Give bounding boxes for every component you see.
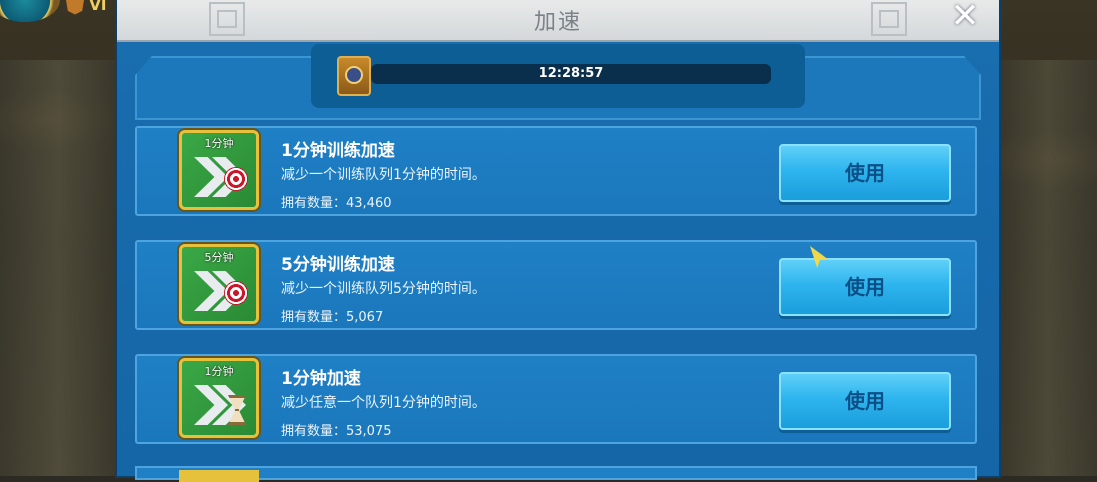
item-count: 拥有数量：43,460 — [281, 196, 392, 211]
castle-wall-right — [999, 60, 1097, 476]
vip-shield-icon — [66, 0, 84, 15]
training-speedup-icon: 1分钟 — [179, 130, 259, 210]
item-title: 1分钟加速 — [281, 369, 361, 389]
speedup-item-row: 1分钟 1分钟训练加速 减少一个训练队列1分钟的时间。 拥有数量：43,460 … — [135, 126, 977, 216]
item-icon-label: 1分钟 — [204, 137, 234, 150]
use-button[interactable]: 使用 — [779, 372, 951, 430]
item-icon-label: 1分钟 — [204, 365, 234, 378]
item-count: 拥有数量：5,067 — [281, 310, 384, 325]
target-icon — [224, 281, 248, 305]
speedup-dialog: 加速 ✕ 12:28:57 1分钟 1分钟训练加速 减少一个训练队列1分钟的时间… — [117, 0, 999, 482]
castle-wall-left — [0, 60, 118, 476]
use-button[interactable]: 使用 — [779, 258, 951, 316]
target-icon — [224, 167, 248, 191]
timer-remaining: 12:28:57 — [538, 66, 604, 81]
vip-label: VI — [89, 0, 107, 14]
dialog-title-bar: 加速 ✕ — [117, 0, 999, 42]
speedup-item-row: 5分钟 5分钟训练加速 减少一个训练队列5分钟的时间。 拥有数量：5,067 使… — [135, 240, 977, 330]
item-icon-label: 5分钟 — [204, 251, 234, 264]
item-description: 减少任意一个队列1分钟的时间。 — [281, 395, 486, 411]
building-icon — [337, 56, 371, 96]
item-title: 5分钟训练加速 — [281, 255, 395, 275]
close-icon[interactable]: ✕ — [947, 0, 983, 34]
universal-speedup-icon: 1分钟 — [179, 358, 259, 438]
vip-badge[interactable]: VI — [66, 0, 110, 16]
speedup-item-row: 1分钟 1分钟加速 减少任意一个队列1分钟的时间。 拥有数量：53,075 使用 — [135, 354, 977, 444]
item-count: 拥有数量：53,075 — [281, 424, 392, 439]
dialog-title: 加速 — [533, 10, 582, 35]
item-title: 1分钟训练加速 — [281, 141, 395, 161]
use-button[interactable]: 使用 — [779, 144, 951, 202]
item-description: 减少一个训练队列5分钟的时间。 — [281, 281, 486, 297]
training-speedup-icon: 5分钟 — [179, 244, 259, 324]
item-description: 减少一个训练队列1分钟的时间。 — [281, 167, 486, 183]
speedup-item-row-partial — [135, 466, 977, 482]
